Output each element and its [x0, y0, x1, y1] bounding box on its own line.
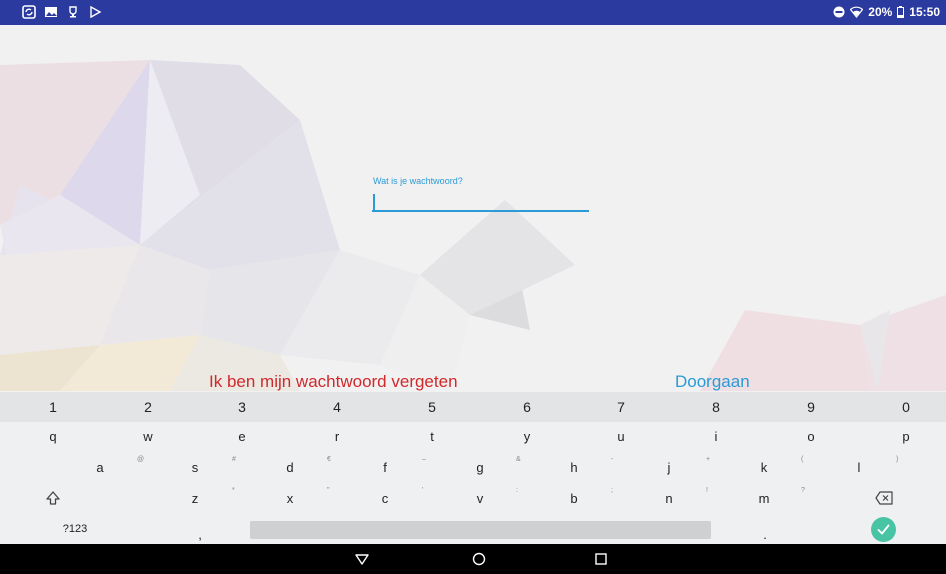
key-z-hint: *: [232, 487, 235, 494]
key-m-hint: ?: [801, 487, 805, 494]
key-4[interactable]: 4: [293, 392, 381, 422]
key-0[interactable]: 0: [862, 392, 946, 422]
key-a-hint: @: [137, 456, 145, 463]
recents-icon[interactable]: [593, 551, 609, 567]
battery-icon: [897, 6, 905, 18]
shift-key[interactable]: [9, 484, 97, 512]
trophy-icon: [69, 6, 77, 18]
key-n-hint: !: [706, 487, 708, 494]
key-v[interactable]: v: [436, 484, 524, 512]
navigation-bar: [0, 544, 946, 574]
key-o[interactable]: o: [767, 422, 855, 450]
key-x[interactable]: x: [246, 484, 334, 512]
soft-keyboard: 1 2 3 4 5 6 7 8 9 0 q w e r t y u i o p …: [0, 392, 946, 544]
key-w[interactable]: w: [104, 422, 192, 450]
password-label: Wat is je wachtwoord?: [373, 176, 463, 186]
battery-percent: 20%: [868, 5, 893, 19]
sync-icon: [22, 5, 36, 19]
keyboard-row-3: z * x " c ' v : b ; n ! m ?: [0, 484, 946, 512]
keyboard-row-bottom: ?123 , .: [0, 514, 946, 544]
system-status: 20% 15:50: [833, 4, 940, 20]
key-j-hint: +: [706, 456, 711, 463]
key-7[interactable]: 7: [577, 392, 665, 422]
key-j[interactable]: j: [625, 453, 713, 481]
key-l-hint: ): [896, 456, 899, 463]
key-5[interactable]: 5: [388, 392, 476, 422]
lock-screen: 20% 15:50 Wat is je wachtwoord? Ik ben m…: [0, 0, 946, 574]
shift-icon: [46, 491, 60, 505]
key-3[interactable]: 3: [198, 392, 286, 422]
back-icon[interactable]: [354, 551, 370, 567]
key-k[interactable]: k: [720, 453, 808, 481]
key-2[interactable]: 2: [104, 392, 192, 422]
key-n[interactable]: n: [625, 484, 713, 512]
key-i[interactable]: i: [672, 422, 760, 450]
keyboard-row-2: a @ s # d € f – g & h - j + k ( l ): [0, 453, 946, 481]
wifi-icon: [850, 6, 864, 18]
key-q[interactable]: q: [9, 422, 97, 450]
key-g-hint: &: [516, 456, 521, 463]
key-b-hint: ;: [611, 487, 613, 494]
key-s[interactable]: s: [151, 453, 239, 481]
comma-key[interactable]: ,: [170, 514, 230, 544]
key-v-hint: :: [516, 487, 518, 494]
key-z[interactable]: z: [151, 484, 239, 512]
key-h-hint: -: [611, 456, 614, 463]
do-not-disturb-icon: [833, 6, 845, 18]
check-icon: [877, 524, 890, 535]
key-b[interactable]: b: [530, 484, 618, 512]
key-t[interactable]: t: [388, 422, 476, 450]
key-f-hint: –: [422, 456, 426, 463]
key-d-hint: €: [327, 456, 331, 463]
key-u[interactable]: u: [577, 422, 665, 450]
key-m[interactable]: m: [720, 484, 808, 512]
space-bar[interactable]: [250, 521, 711, 539]
backspace-key[interactable]: [840, 484, 928, 512]
play-store-icon: [90, 5, 102, 19]
key-r[interactable]: r: [293, 422, 381, 450]
key-9[interactable]: 9: [767, 392, 855, 422]
text-cursor: [373, 194, 375, 210]
key-d[interactable]: d: [246, 453, 334, 481]
key-a[interactable]: a: [56, 453, 144, 481]
key-h[interactable]: h: [530, 453, 618, 481]
notification-icons: [22, 5, 102, 19]
keyboard-row-1: q w e r t y u i o p: [0, 422, 946, 450]
key-g[interactable]: g: [436, 453, 524, 481]
number-row: 1 2 3 4 5 6 7 8 9 0: [0, 392, 946, 422]
key-s-hint: #: [232, 456, 236, 463]
key-e[interactable]: e: [198, 422, 286, 450]
key-x-hint: ": [327, 487, 330, 494]
status-bar: 20% 15:50: [0, 0, 946, 25]
key-k-hint: (: [801, 456, 804, 463]
continue-button[interactable]: Doorgaan: [675, 372, 750, 392]
clock: 15:50: [909, 5, 940, 19]
key-f[interactable]: f: [341, 453, 429, 481]
enter-key[interactable]: [871, 517, 896, 542]
key-8[interactable]: 8: [672, 392, 760, 422]
key-1[interactable]: 1: [9, 392, 97, 422]
key-p[interactable]: p: [862, 422, 946, 450]
key-c[interactable]: c: [341, 484, 429, 512]
password-input[interactable]: [372, 190, 589, 212]
key-l[interactable]: l: [815, 453, 903, 481]
home-icon[interactable]: [471, 551, 487, 567]
key-y[interactable]: y: [483, 422, 571, 450]
forgot-password-link[interactable]: Ik ben mijn wachtwoord vergeten: [209, 372, 458, 392]
symbols-key[interactable]: ?123: [30, 514, 120, 544]
key-6[interactable]: 6: [483, 392, 571, 422]
key-c-hint: ': [422, 487, 424, 494]
backspace-icon: [875, 491, 893, 505]
image-icon: [45, 7, 57, 17]
period-key[interactable]: .: [735, 514, 795, 544]
